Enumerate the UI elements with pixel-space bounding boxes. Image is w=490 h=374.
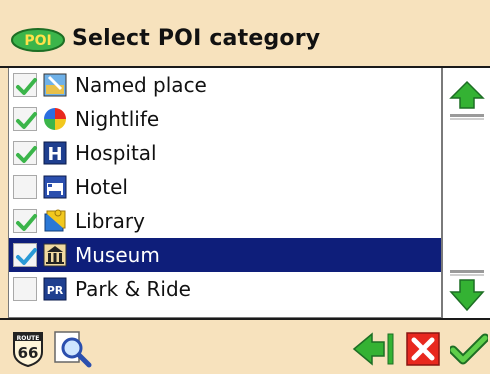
list-item-label: Hotel [75, 175, 128, 199]
confirm-check-icon[interactable] [450, 332, 488, 366]
checkbox[interactable] [13, 243, 37, 267]
category-list[interactable]: Named place Nightlife H Hospital Hotel L… [8, 68, 442, 318]
list-item-park-and-ride[interactable]: PR Park & Ride [9, 272, 441, 306]
route-badge-number: 66 [18, 344, 39, 362]
poi-logo-icon: POI [11, 28, 65, 52]
scroll-up-arrow-icon[interactable] [449, 80, 485, 122]
park-and-ride-icon: PR [43, 277, 67, 301]
checkbox[interactable] [13, 277, 37, 301]
list-item-museum[interactable]: Museum [9, 238, 441, 272]
scrollbar[interactable] [442, 68, 490, 318]
list-item-library[interactable]: Library [9, 204, 441, 238]
back-arrow-icon[interactable] [352, 332, 396, 366]
list-item-hospital[interactable]: H Hospital [9, 136, 441, 170]
list-item-label: Named place [75, 73, 207, 97]
search-icon[interactable] [52, 330, 94, 368]
checkbox[interactable] [13, 175, 37, 199]
library-icon [44, 209, 66, 232]
list-item-nightlife[interactable]: Nightlife [9, 102, 441, 136]
hospital-icon-letter: H [47, 144, 62, 165]
poi-logo-text: POI [24, 33, 51, 49]
nightlife-icon [44, 108, 66, 130]
hotel-icon [43, 175, 67, 199]
list-item-label: Museum [75, 243, 160, 267]
title-bar: POI Select POI category [0, 0, 490, 68]
checkbox[interactable] [13, 141, 37, 165]
list-item-hotel[interactable]: Hotel [9, 170, 441, 204]
cancel-icon[interactable] [406, 332, 440, 366]
check-icon [16, 112, 37, 129]
list-item-named-place[interactable]: Named place [9, 68, 441, 102]
bottom-toolbar: ROUTE 66 [0, 318, 490, 374]
hospital-icon: H [43, 141, 67, 165]
list-item-label: Park & Ride [75, 277, 191, 301]
check-icon [16, 214, 37, 231]
page-title: Select POI category [72, 26, 321, 51]
checkbox[interactable] [13, 73, 37, 97]
list-item-label: Library [75, 209, 145, 233]
route-66-icon[interactable]: ROUTE 66 [10, 330, 46, 368]
list-item-label: Nightlife [75, 107, 160, 131]
park-and-ride-icon-letters: PR [47, 284, 64, 297]
scroll-down-arrow-icon[interactable] [449, 268, 485, 312]
check-icon [16, 248, 37, 265]
checkbox[interactable] [13, 107, 37, 131]
check-icon [16, 78, 37, 95]
named-place-icon [43, 73, 67, 97]
check-icon [16, 146, 37, 163]
museum-icon [43, 243, 67, 267]
route-badge-top-text: ROUTE [17, 335, 40, 342]
list-item-label: Hospital [75, 141, 157, 165]
checkbox[interactable] [13, 209, 37, 233]
